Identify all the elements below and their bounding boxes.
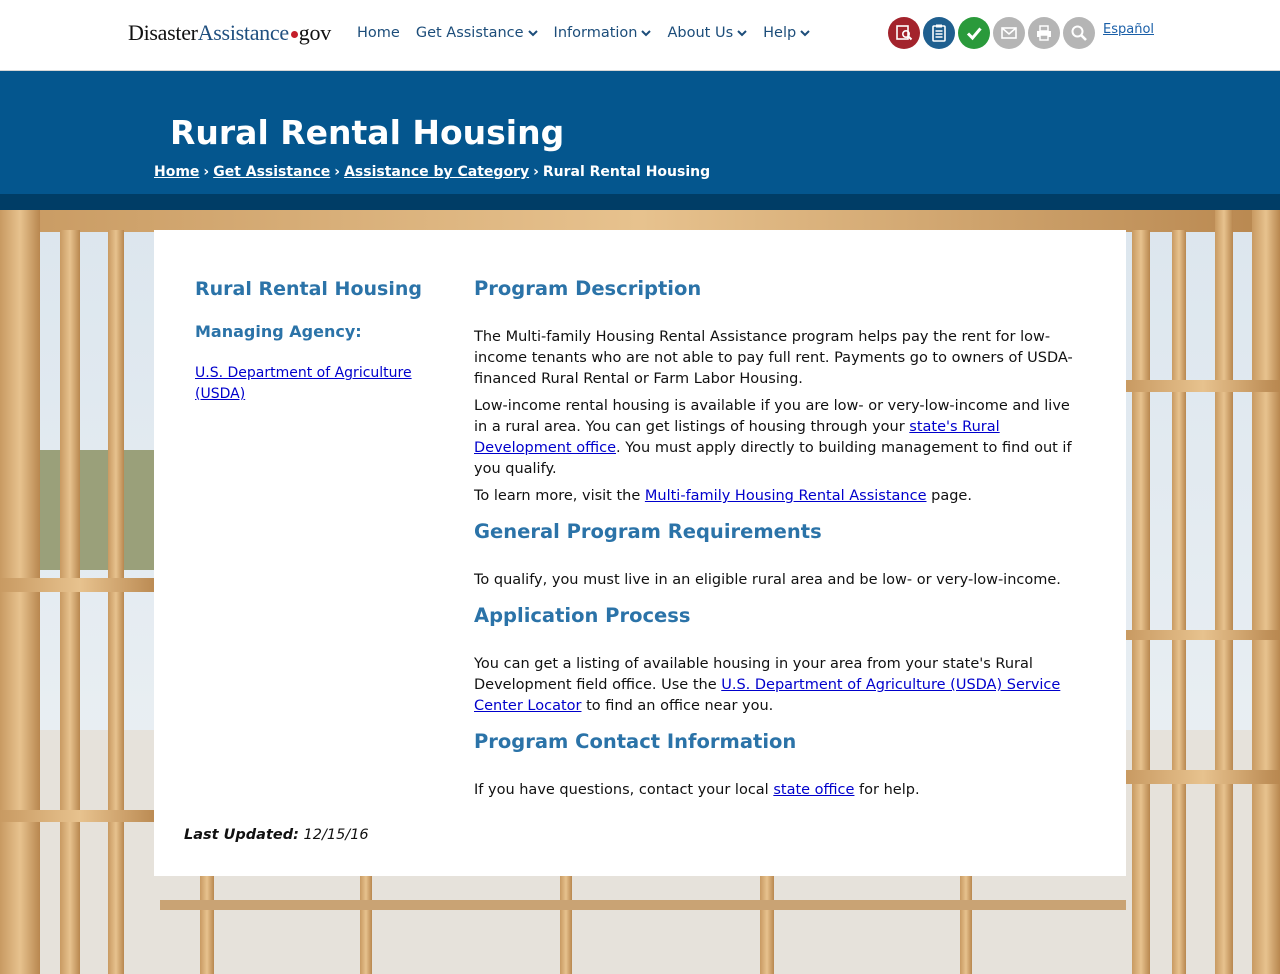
checklist-icon[interactable]: [923, 17, 955, 49]
chevron-down-icon: [800, 30, 810, 37]
nav-help[interactable]: Help: [763, 25, 810, 41]
nav-information-label: Information: [553, 25, 638, 41]
page-title: Rural Rental Housing: [170, 113, 565, 152]
page-header: Rural Rental Housing Home › Get Assistance…: [0, 71, 1280, 194]
print-icon[interactable]: [1028, 17, 1060, 49]
toolbar-icons: [888, 17, 1095, 49]
check-status-icon[interactable]: [958, 17, 990, 49]
breadcrumb-separator: ›: [203, 164, 210, 180]
managing-agency-label: Managing Agency:: [195, 322, 362, 341]
nav-get-assistance-label: Get Assistance: [415, 25, 524, 41]
multifamily-rental-assistance-link[interactable]: Multi-family Housing Rental Assistance: [645, 488, 927, 504]
find-assistance-icon[interactable]: [888, 17, 920, 49]
text-segment: for help.: [854, 782, 920, 798]
text-segment: page.: [926, 488, 972, 504]
requirements-heading: General Program Requirements: [474, 520, 822, 543]
text-segment: to find an office near you.: [581, 698, 774, 714]
nav-about-us[interactable]: About Us: [667, 25, 747, 41]
last-updated-date: 12/15/16: [303, 827, 369, 843]
email-icon[interactable]: [993, 17, 1025, 49]
main-menu: Home Get Assistance Information About Us…: [357, 25, 810, 41]
logo-dot: [290, 31, 298, 38]
nav-about-us-label: About Us: [667, 25, 734, 41]
breadcrumb-get-assistance[interactable]: Get Assistance: [213, 164, 330, 180]
header-bottom-stripe: [0, 194, 1280, 210]
application-heading: Application Process: [474, 604, 691, 627]
program-description-p2: Low-income rental housing is available i…: [474, 396, 1074, 480]
program-description-p1: The Multi-family Housing Rental Assistan…: [474, 329, 1073, 387]
breadcrumb-separator: ›: [533, 164, 539, 180]
breadcrumb-assistance-by-category[interactable]: Assistance by Category: [344, 164, 529, 180]
contact-heading: Program Contact Information: [474, 730, 797, 753]
chevron-down-icon: [641, 30, 652, 37]
state-office-link[interactable]: state office: [773, 782, 854, 798]
search-icon[interactable]: [1063, 17, 1095, 49]
last-updated-label: Last Updated:: [184, 827, 299, 843]
main-content: Program Description The Multi-family Hou…: [474, 278, 1074, 807]
breadcrumb-home[interactable]: Home: [154, 164, 199, 180]
agency-link[interactable]: U.S. Department of Agriculture (USDA): [195, 363, 415, 405]
top-navigation: DisasterAssistance gov Home Get Assistanc…: [0, 0, 1280, 71]
site-logo[interactable]: DisasterAssistance gov: [128, 20, 331, 46]
requirements-p1: To qualify, you must live in an eligible…: [474, 572, 1061, 588]
sidebar-title: Rural Rental Housing: [195, 278, 422, 300]
nav-information[interactable]: Information: [554, 25, 652, 41]
application-p1: You can get a listing of available housi…: [474, 654, 1074, 717]
program-description-heading: Program Description: [474, 277, 702, 300]
nav-home-label: Home: [357, 25, 400, 41]
content-card: Rural Rental Housing Managing Agency: U.…: [154, 230, 1126, 876]
text-segment: If you have questions, contact your loca…: [474, 782, 774, 798]
nav-help-label: Help: [763, 25, 797, 41]
breadcrumb-current: Rural Rental Housing: [542, 164, 711, 180]
text-segment: To learn more, visit the: [474, 488, 645, 504]
logo-text-assistance: Assistance: [197, 20, 289, 45]
chevron-down-icon: [737, 30, 747, 37]
last-updated: Last Updated: 12/15/16: [184, 827, 369, 843]
chevron-down-icon: [527, 30, 538, 37]
nav-home[interactable]: Home: [357, 25, 400, 41]
contact-p1: If you have questions, contact your loca…: [474, 780, 1074, 801]
breadcrumb: Home › Get Assistance › Assistance by Catego…: [154, 164, 710, 180]
breadcrumb-separator: ›: [334, 164, 341, 180]
logo-text-disaster: Disaster: [128, 20, 198, 45]
logo-text-gov: gov: [298, 20, 331, 45]
nav-get-assistance[interactable]: Get Assistance: [416, 25, 538, 41]
program-description-p3: To learn more, visit the Multi-family Ho…: [474, 486, 1074, 507]
espanol-link[interactable]: Español: [1103, 22, 1154, 37]
